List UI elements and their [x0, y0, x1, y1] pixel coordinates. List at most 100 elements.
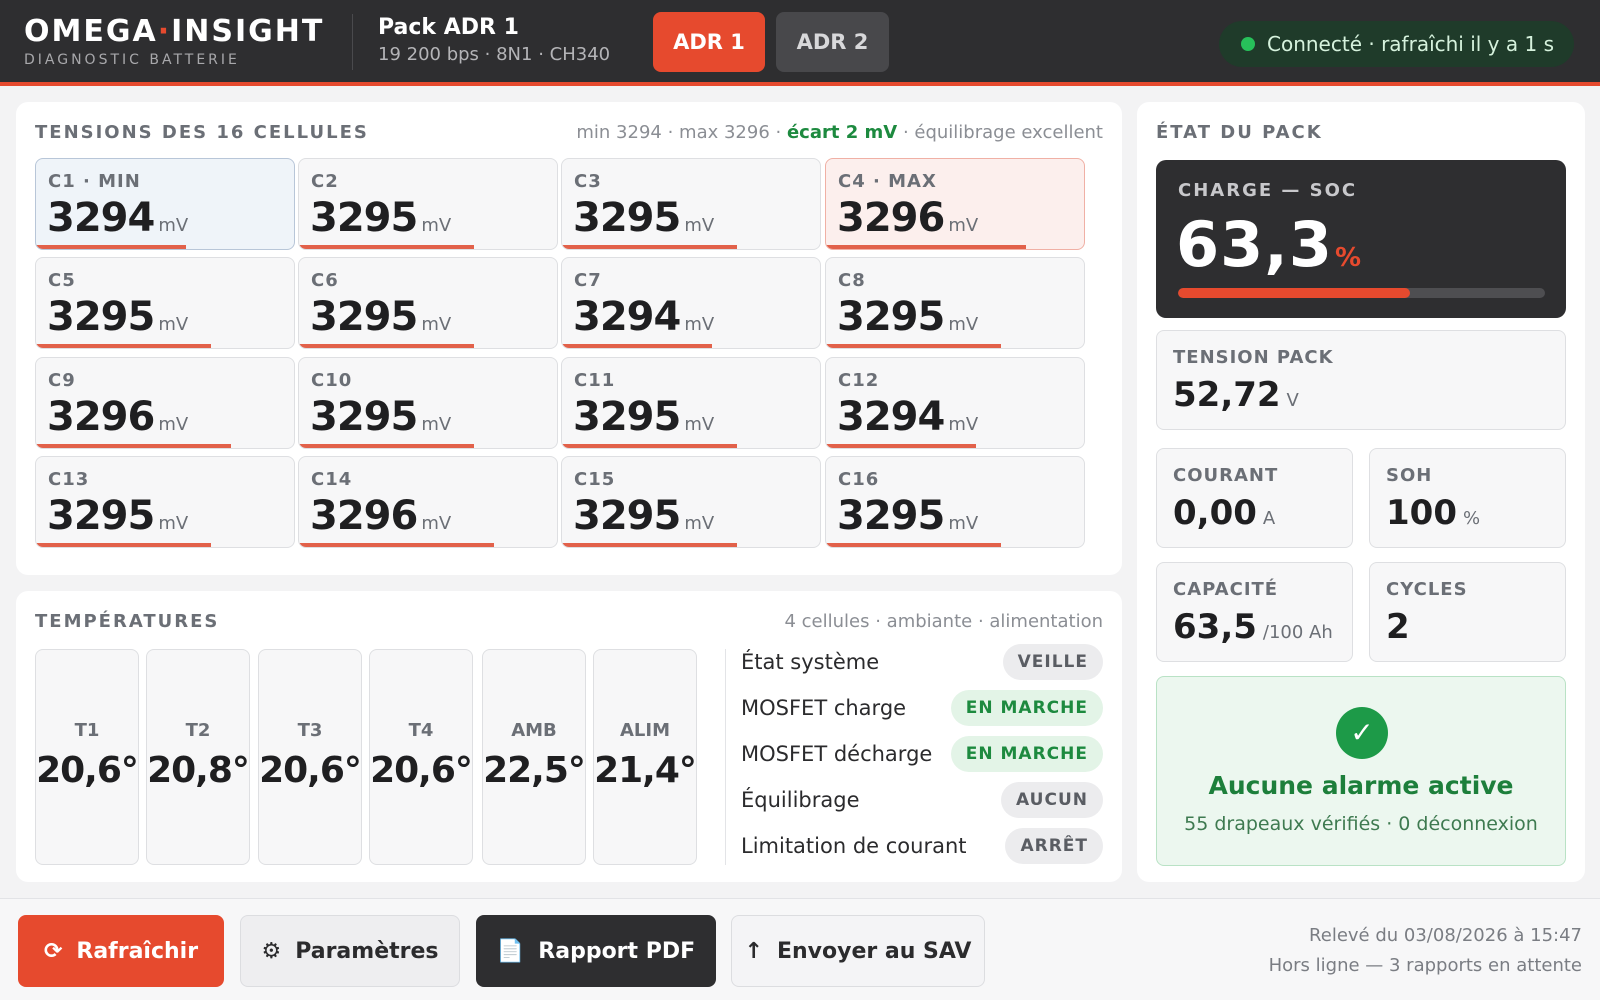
tab-adr-1[interactable]: ADR 1: [653, 12, 765, 72]
cell-label: C11: [574, 370, 616, 391]
cell-label: C1 · MIN: [48, 171, 141, 192]
refresh-icon: ⟳: [43, 938, 63, 964]
gear-icon: ⚙: [261, 938, 282, 964]
cell-voltage-number: 3295: [310, 394, 418, 440]
temperature-sensor-name: T3: [297, 720, 323, 741]
cell-label: C14: [311, 469, 353, 490]
cell-card: C15 3295 mV: [561, 456, 821, 548]
temperature-card: T1 20,6°: [35, 649, 139, 865]
temps-divider: [725, 649, 726, 865]
cell-level-bar: [36, 543, 211, 547]
cell-label: C10: [311, 370, 353, 391]
soh-number: 100: [1386, 493, 1457, 533]
capacity-card: CAPACITÉ 63,5/100 Ah: [1156, 562, 1353, 662]
cell-voltage-number: 3295: [573, 394, 681, 440]
cell-card: C7 3294 mV: [561, 257, 821, 349]
pack-voltage-unit: V: [1286, 390, 1299, 411]
cells-panel-title: TENSIONS DES 16 CELLULES: [35, 122, 369, 143]
cell-voltage: 3295 mV: [310, 195, 451, 241]
cell-card: C2 3295 mV: [298, 158, 558, 250]
system-status-label: Limitation de courant: [741, 834, 967, 858]
cell-voltage: 3295 mV: [310, 294, 451, 340]
temperature-value: 22,5°: [483, 750, 586, 791]
system-status-label: MOSFET décharge: [741, 742, 933, 766]
capacity-unit: /100 Ah: [1262, 622, 1333, 643]
send-to-support-label: Envoyer au SAV: [776, 938, 972, 964]
brand-name: OMEGA·INSIGHT: [24, 16, 324, 48]
cell-voltage: 3294 mV: [573, 294, 714, 340]
pack-voltage-card: TENSION PACK 52,72 V: [1156, 330, 1566, 430]
capacity-number: 63,5: [1173, 607, 1257, 647]
cycles-card: CYCLES 2: [1369, 562, 1566, 662]
reading-timestamp: Relevé du 03/08/2026 à 15:47: [1309, 925, 1582, 946]
cell-level-bar: [299, 444, 474, 448]
pack-info: Pack ADR 1 19 200 bps · 8N1 · CH340: [378, 14, 610, 65]
cell-voltage: 3295 mV: [47, 294, 188, 340]
pack-state-title: ÉTAT DU PACK: [1156, 122, 1323, 143]
cell-level-bar: [299, 543, 494, 547]
pack-voltage-label: TENSION PACK: [1173, 347, 1334, 368]
settings-button[interactable]: ⚙ Paramètres: [240, 915, 460, 987]
pdf-report-button[interactable]: 📄 Rapport PDF: [476, 915, 716, 987]
cell-voltage: 3295 mV: [837, 493, 978, 539]
cycles-label: CYCLES: [1386, 579, 1468, 600]
pack-state-panel: ÉTAT DU PACK CHARGE — SOC 63,3% TENSION …: [1137, 102, 1585, 882]
pack-voltage-value: 52,72 V: [1173, 375, 1299, 415]
soh-label: SOH: [1386, 465, 1433, 486]
refresh-button-label: Rafraîchir: [76, 938, 199, 964]
action-footer: ⟳ Rafraîchir ⚙ Paramètres 📄 Rapport PDF …: [0, 898, 1600, 1000]
cell-level-bar: [562, 344, 712, 348]
alarm-title: Aucune alarme active: [1208, 771, 1514, 800]
soc-unit: %: [1334, 243, 1363, 273]
temperature-sensor-name: T2: [185, 720, 211, 741]
cell-voltage-number: 3294: [837, 394, 945, 440]
cell-label: C3: [574, 171, 602, 192]
cell-level-bar: [562, 543, 737, 547]
soc-progress-fill: [1178, 288, 1411, 298]
status-badge: VEILLE: [1002, 644, 1103, 680]
cell-voltage-number: 3295: [47, 493, 155, 539]
temps-panel-summary: 4 cellules · ambiante · alimentation: [784, 611, 1103, 632]
refresh-button[interactable]: ⟳ Rafraîchir: [18, 915, 224, 987]
system-status-label: État système: [741, 650, 880, 674]
cell-voltage-number: 3294: [573, 294, 681, 340]
cell-voltage: 3295 mV: [837, 294, 978, 340]
cell-card: C14 3296 mV: [298, 456, 558, 548]
temperature-card: T4 20,6°: [369, 649, 473, 865]
cell-card: C10 3295 mV: [298, 357, 558, 449]
system-status-row: Limitation de courant ARRÊT: [741, 826, 1103, 866]
capacity-value: 63,5/100 Ah: [1173, 607, 1333, 647]
soc-label: CHARGE — SOC: [1178, 180, 1358, 201]
cell-card: C11 3295 mV: [561, 357, 821, 449]
soc-value: 63,3%: [1176, 208, 1362, 281]
cycles-value: 2: [1386, 607, 1410, 647]
soc-card: CHARGE — SOC 63,3%: [1156, 160, 1566, 318]
cell-label: C15: [574, 469, 616, 490]
cell-label: C9: [48, 370, 76, 391]
cell-voltage-unit: mV: [158, 215, 189, 236]
brand-name-left: OMEGA: [24, 14, 158, 49]
send-to-support-button[interactable]: ↑ Envoyer au SAV: [731, 915, 985, 987]
check-icon: ✓: [1336, 707, 1388, 759]
soh-unit: %: [1462, 508, 1481, 529]
cell-label: C12: [838, 370, 880, 391]
soc-number: 63,3: [1176, 208, 1333, 281]
cell-card: C5 3295 mV: [35, 257, 295, 349]
cell-card: C6 3295 mV: [298, 257, 558, 349]
temps-panel-title: TEMPÉRATURES: [35, 611, 220, 632]
cell-voltage: 3296 mV: [837, 195, 978, 241]
alarm-subtitle: 55 drapeaux vérifiés · 0 déconnexion: [1184, 813, 1538, 835]
cell-voltage-number: 3296: [837, 195, 945, 241]
cell-voltage-unit: mV: [158, 513, 189, 534]
temperature-card: T2 20,8°: [146, 649, 250, 865]
header-divider: [352, 14, 353, 70]
tab-adr-2[interactable]: ADR 2: [776, 12, 889, 72]
temperature-value: 20,6°: [259, 750, 362, 791]
cell-voltage-number: 3294: [47, 195, 155, 241]
cells-panel-summary: min 3294 · max 3296 · écart 2 mV · équil…: [576, 122, 1103, 143]
cell-voltage: 3295 mV: [573, 493, 714, 539]
cell-voltage-unit: mV: [421, 215, 452, 236]
cell-level-bar: [562, 444, 737, 448]
cell-label: C2: [311, 171, 339, 192]
offline-queue-status: Hors ligne — 3 rapports en attente: [1268, 955, 1582, 976]
